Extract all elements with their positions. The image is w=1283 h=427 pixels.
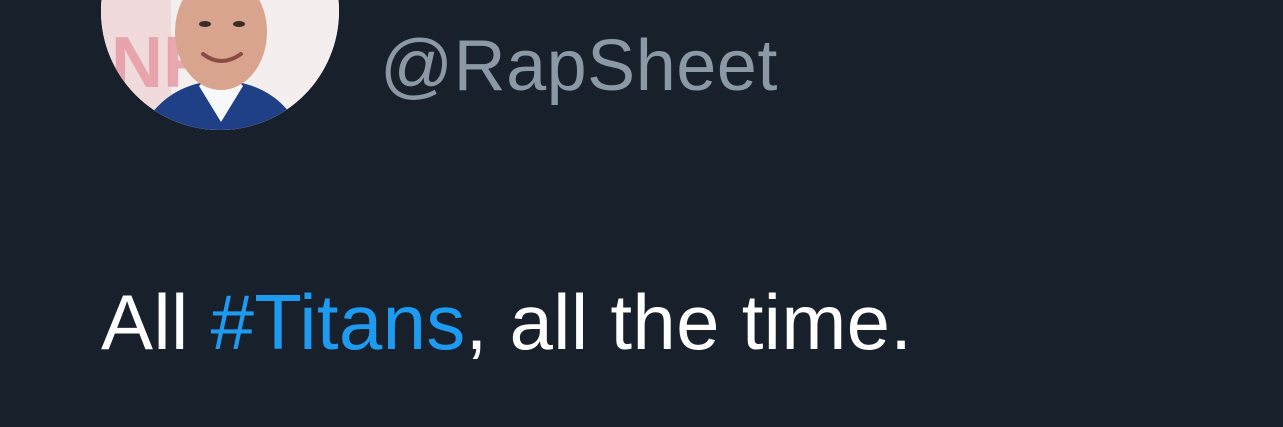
tweet-text-before-hashtag: All — [101, 278, 211, 366]
author-handle[interactable]: @RapSheet — [380, 26, 778, 106]
hashtag-link[interactable]: #Titans — [211, 278, 466, 366]
avatar-photo: NF — [101, 0, 339, 130]
avatar[interactable]: NF — [101, 0, 339, 130]
tweet-text: All #Titans, all the time. — [101, 276, 912, 368]
tweet-card: NF @RapSheet All #Titans, all the time. — [0, 0, 1283, 427]
tweet-text-after-hashtag: , all the time. — [465, 278, 913, 366]
